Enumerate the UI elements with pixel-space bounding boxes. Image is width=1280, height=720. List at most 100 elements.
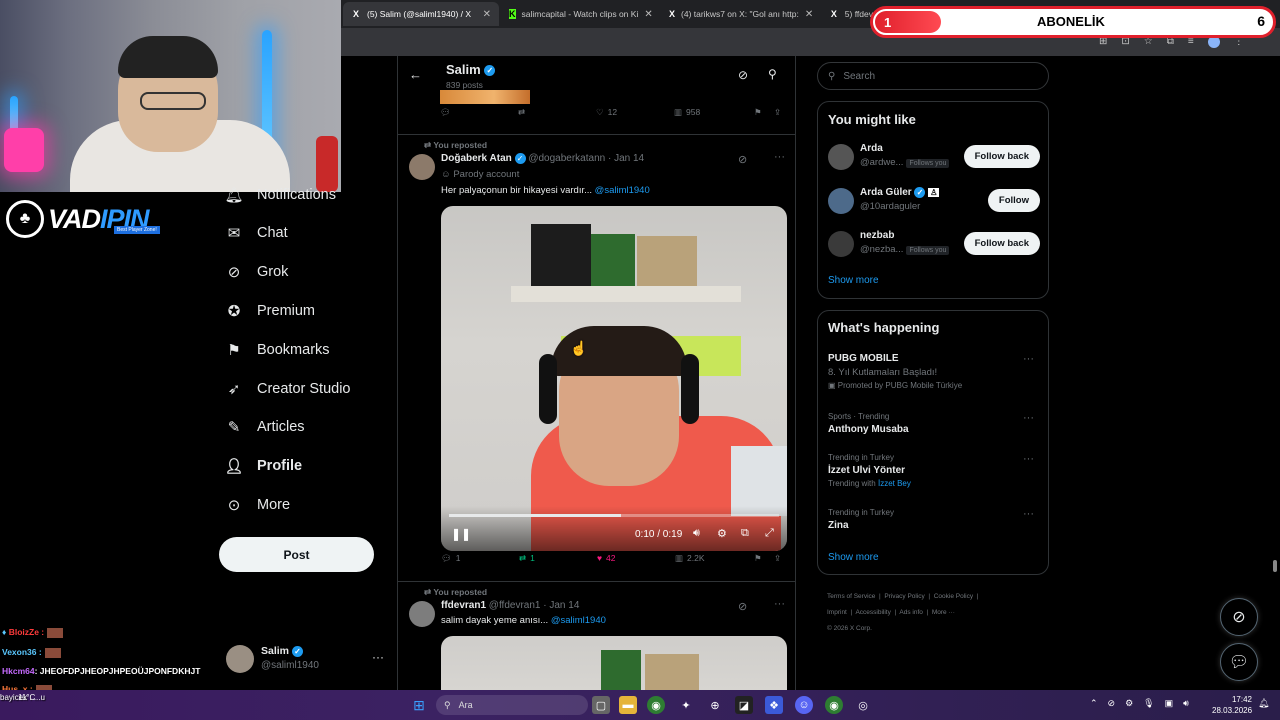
taskbar-search[interactable]: ⚲ Ara bbox=[436, 695, 588, 715]
more-dots-icon[interactable]: ··· bbox=[1023, 412, 1034, 424]
app-icon[interactable]: ✦ bbox=[677, 696, 695, 714]
weather-widget[interactable]: 11°C bbox=[18, 693, 35, 702]
windows-start-icon[interactable]: ⊞ bbox=[410, 696, 428, 714]
more-dots-icon[interactable]: ··· bbox=[774, 598, 785, 610]
more-dots-icon[interactable]: ··· bbox=[1023, 453, 1034, 465]
obs-icon[interactable]: ◎ bbox=[854, 696, 872, 714]
close-icon[interactable]: ✕ bbox=[805, 9, 813, 20]
grok-icon[interactable]: ⊘ bbox=[738, 153, 747, 166]
footer-link[interactable]: Cookie Policy bbox=[934, 593, 973, 600]
more-dots-icon[interactable]: ··· bbox=[372, 650, 384, 664]
follow-button[interactable]: Follow bbox=[987, 189, 1040, 212]
trending-with-link[interactable]: İzzet Bey bbox=[878, 479, 911, 488]
more-dots-icon[interactable]: ··· bbox=[1023, 353, 1034, 365]
chrome-icon[interactable]: ◉ bbox=[647, 696, 665, 714]
wifi-off-icon[interactable]: ⊘ bbox=[1108, 698, 1116, 709]
like-button[interactable]: ♡ 12 bbox=[596, 107, 617, 118]
app-icon[interactable]: ⊕ bbox=[706, 696, 724, 714]
show-more-link[interactable]: Show more bbox=[828, 275, 879, 286]
like-button[interactable]: ♥ 42 bbox=[597, 553, 616, 563]
clock[interactable]: 17:42 28.03.2026 bbox=[1212, 694, 1252, 716]
avatar[interactable] bbox=[409, 154, 435, 180]
mention-link[interactable]: @saliml1940 bbox=[551, 615, 606, 626]
mention-link[interactable]: @saliml1940 bbox=[595, 185, 650, 196]
views-button[interactable]: ▥ 2.2K bbox=[675, 553, 705, 564]
microphone-icon[interactable]: 🎙︎ bbox=[1143, 698, 1154, 709]
back-arrow-icon[interactable]: ← bbox=[409, 67, 422, 82]
video-player[interactable] bbox=[441, 636, 787, 690]
suggested-user[interactable]: Arda @ardwe... Follows you Follow back bbox=[828, 142, 1040, 172]
post-button[interactable]: Post bbox=[219, 537, 374, 572]
reply-button[interactable]: 💬︎ 1 bbox=[441, 553, 461, 564]
task-view-icon[interactable]: ▢ bbox=[592, 696, 610, 714]
repost-button[interactable]: ⇄ bbox=[518, 107, 525, 118]
footer-link[interactable]: Terms of Service bbox=[827, 593, 875, 600]
messages-fab[interactable]: 💬︎ bbox=[1220, 643, 1258, 681]
author-name[interactable]: ffdevran1 bbox=[441, 600, 486, 611]
app-icon[interactable]: ◪ bbox=[735, 696, 753, 714]
grok-icon[interactable]: ⊘ bbox=[738, 600, 747, 613]
browser-tab[interactable]: X (4) tarikws7 on X: "Gol anı http: ✕ bbox=[661, 2, 819, 26]
settings-icon[interactable]: ⚙ bbox=[717, 527, 727, 540]
post[interactable]: ⇄ You reposted Doğaberk Atan ✓ @dogaberk… bbox=[398, 136, 795, 582]
network-icon[interactable]: ▣ bbox=[1165, 698, 1174, 709]
trend-item[interactable]: Sports · Trending Anthony Musaba ··· bbox=[828, 412, 1038, 435]
footer-link[interactable]: Privacy Policy bbox=[884, 593, 924, 600]
suggested-user[interactable]: nezbab @nezba... Follows you Follow back bbox=[828, 229, 1040, 259]
nav-creator-studio[interactable]: ➶ Creator Studio bbox=[225, 380, 351, 398]
chevron-up-icon[interactable]: ⌃ bbox=[1090, 698, 1098, 709]
discord-icon[interactable]: ☺ bbox=[795, 696, 813, 714]
bookmark-button[interactable]: ⚑ bbox=[754, 107, 762, 118]
scrollbar[interactable] bbox=[1272, 60, 1278, 688]
more-dots-icon[interactable]: ··· bbox=[774, 151, 785, 163]
app-icon[interactable]: ⚙ bbox=[1125, 698, 1133, 709]
speaker-icon[interactable]: 🔊︎ bbox=[1183, 698, 1189, 709]
steam-icon[interactable]: ❖ bbox=[765, 696, 783, 714]
avatar[interactable] bbox=[409, 601, 435, 627]
nav-notifications[interactable]: 🔔︎ Notifications bbox=[224, 186, 336, 204]
fullscreen-icon[interactable]: ⤢ bbox=[765, 527, 774, 540]
follow-back-button[interactable]: Follow back bbox=[963, 145, 1040, 168]
footer-link[interactable]: Ads info bbox=[899, 609, 923, 616]
views-button[interactable]: ▥ 958 bbox=[674, 107, 700, 118]
share-button[interactable]: ⇪ bbox=[774, 553, 781, 564]
footer-link[interactable]: Imprint bbox=[827, 609, 847, 616]
grok-fab[interactable]: ⊘ bbox=[1220, 598, 1258, 636]
search-icon[interactable]: ⚲ bbox=[768, 67, 777, 81]
scrollbar-thumb[interactable] bbox=[1273, 560, 1277, 572]
follow-back-button[interactable]: Follow back bbox=[963, 232, 1040, 255]
nav-premium[interactable]: ✪ Premium bbox=[225, 302, 315, 320]
nav-articles[interactable]: ✎ Articles bbox=[225, 418, 305, 436]
footer-link[interactable]: More ··· bbox=[932, 609, 955, 616]
reply-button[interactable]: 💬︎ bbox=[440, 107, 451, 118]
video-progress-track[interactable] bbox=[449, 514, 779, 517]
footer-link[interactable]: Accessibility bbox=[855, 609, 890, 616]
account-switcher[interactable]: Salim ✓ @saliml1940 ··· bbox=[226, 643, 386, 677]
grok-icon[interactable]: ⊘ bbox=[738, 68, 748, 82]
share-button[interactable]: ⇪ bbox=[774, 107, 781, 118]
trend-item[interactable]: Trending in Turkey İzzet Ulvi Yönter Tre… bbox=[828, 453, 1038, 488]
nav-bookmarks[interactable]: ⚑ Bookmarks bbox=[225, 341, 329, 359]
search-input[interactable]: ⚲ Search bbox=[817, 62, 1049, 90]
notification-bell-icon[interactable]: 🔔︎ bbox=[1258, 698, 1269, 709]
bookmark-button[interactable]: ⚑ bbox=[754, 553, 762, 564]
close-icon[interactable]: ✕ bbox=[644, 9, 652, 20]
suggested-user[interactable]: Arda Güler ✓ ♙ @10ardaguler Follow bbox=[828, 186, 1040, 216]
more-dots-icon[interactable]: ··· bbox=[1023, 508, 1034, 520]
nav-chat[interactable]: ✉ Chat bbox=[225, 224, 288, 242]
chrome-icon[interactable]: ◉ bbox=[825, 696, 843, 714]
picture-in-picture-icon[interactable]: ⧉ bbox=[741, 527, 749, 540]
file-explorer-icon[interactable]: ▬ bbox=[619, 696, 637, 714]
video-player[interactable]: ❚❚ 0:10 / 0:19 🔊︎ ⚙ ⧉ ⤢ bbox=[441, 206, 787, 551]
pause-icon[interactable]: ❚❚ bbox=[451, 527, 471, 541]
nav-grok[interactable]: ⊘ Grok bbox=[225, 263, 289, 281]
browser-tab[interactable]: K salimcapital - Watch clips on Ki ✕ bbox=[501, 2, 659, 26]
trend-item[interactable]: Trending in Turkey Zina ··· bbox=[828, 508, 1038, 531]
post[interactable]: ⇄ You reposted ffdevran1 @ffdevran1 · Ja… bbox=[398, 583, 795, 690]
close-icon[interactable]: ✕ bbox=[483, 9, 491, 20]
browser-tab[interactable]: X (5) Salim (@saliml1940) / X ✕ bbox=[343, 2, 499, 26]
trend-item[interactable]: PUBG MOBILE 8. Yıl Kutlamaları Başladı! … bbox=[828, 353, 1038, 390]
nav-profile[interactable]: 👤︎ Profile bbox=[224, 457, 302, 475]
volume-icon[interactable]: 🔊︎ bbox=[693, 527, 700, 540]
show-more-link[interactable]: Show more bbox=[828, 552, 879, 563]
